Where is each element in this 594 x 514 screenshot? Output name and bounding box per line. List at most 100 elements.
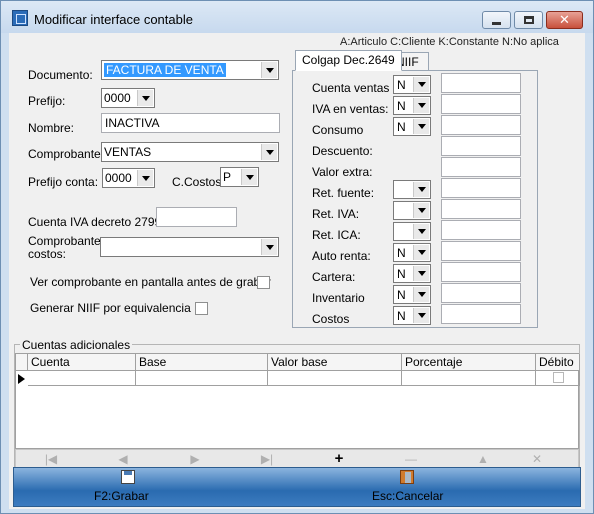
cancel-button[interactable]: Esc:Cancelar [364, 468, 464, 506]
close-icon: ✕ [559, 12, 570, 27]
column-header-porcentaje[interactable]: Porcentaje [402, 354, 536, 371]
chevron-down-icon[interactable] [413, 182, 429, 197]
comprobante-costos-select[interactable] [100, 237, 279, 257]
nombre-field[interactable]: INACTIVA [101, 113, 280, 133]
nav-edit-button[interactable]: ▲ [468, 451, 498, 467]
costos-field[interactable] [441, 304, 521, 324]
inventario-code: N [397, 288, 406, 302]
door-exit-icon [400, 470, 414, 484]
column-header-cuenta[interactable]: Cuenta [28, 354, 136, 371]
chevron-down-icon[interactable] [413, 266, 429, 281]
inventario-field[interactable] [441, 283, 521, 303]
inventario-label: Inventario [312, 291, 365, 305]
grid-cell-debito[interactable] [536, 371, 580, 386]
ret-fuente-label: Ret. fuente: [312, 186, 375, 200]
window-title: Modificar interface contable [34, 12, 193, 27]
nav-first-button[interactable]: |◀ [36, 451, 66, 467]
save-button-label: F2:Grabar [94, 489, 149, 503]
nav-add-button[interactable]: + [324, 451, 354, 467]
chevron-down-icon[interactable] [413, 308, 429, 323]
column-header-debito[interactable]: Débito [536, 354, 580, 371]
ret-ica-label: Ret. ICA: [312, 228, 361, 242]
chevron-down-icon[interactable] [413, 224, 429, 239]
nav-prior-button[interactable]: ◀ [108, 451, 138, 467]
documento-value: FACTURA DE VENTA [104, 63, 226, 77]
ret-iva-code-select[interactable] [393, 201, 431, 220]
nav-delete-button[interactable]: — [396, 451, 426, 467]
close-button[interactable]: ✕ [546, 11, 583, 29]
column-header-valor-base[interactable]: Valor base [268, 354, 402, 371]
grid-cell-cuenta[interactable] [28, 371, 136, 386]
costos-code-select[interactable]: N [393, 306, 431, 325]
chevron-down-icon[interactable] [413, 119, 429, 134]
maximize-button[interactable] [514, 11, 543, 29]
auto-renta-code: N [397, 246, 406, 260]
ret-ica-code-select[interactable] [393, 222, 431, 241]
cartera-label: Cartera: [312, 270, 356, 284]
cartera-field[interactable] [441, 262, 521, 282]
ret-fuente-field[interactable] [441, 178, 521, 198]
ret-ica-field[interactable] [441, 220, 521, 240]
chevron-down-icon[interactable] [413, 98, 429, 113]
grid-cell-base[interactable] [136, 371, 268, 386]
cartera-code-select[interactable]: N [393, 264, 431, 283]
chevron-down-icon[interactable] [413, 287, 429, 302]
iva-ventas-code-select[interactable]: N [393, 96, 431, 115]
grid-cell-valor-base[interactable] [268, 371, 402, 386]
nav-last-button[interactable]: ▶| [252, 451, 282, 467]
cuenta-ventas-label: Cuenta ventas [312, 81, 390, 95]
cuenta-ventas-code-select[interactable]: N [393, 75, 431, 94]
inventario-code-select[interactable]: N [393, 285, 431, 304]
cancel-button-label: Esc:Cancelar [372, 489, 444, 503]
chevron-down-icon[interactable] [261, 62, 277, 78]
chevron-down-icon[interactable] [261, 239, 277, 255]
debito-checkbox[interactable] [553, 372, 564, 383]
comprobante-select[interactable]: VENTAS [101, 142, 279, 162]
save-button[interactable]: F2:Grabar [84, 468, 174, 506]
chevron-down-icon[interactable] [413, 203, 429, 218]
comprobante-costos-label-line2: costos: [28, 247, 67, 261]
ver-comprobante-checkbox[interactable] [257, 276, 270, 289]
chevron-down-icon[interactable] [413, 77, 429, 92]
generar-niif-checkbox[interactable] [195, 302, 208, 315]
ret-iva-label: Ret. IVA: [312, 207, 360, 221]
cuenta-ventas-field[interactable] [441, 73, 521, 93]
prefijo-select[interactable]: 0000 [101, 88, 155, 108]
iva-ventas-code: N [397, 99, 406, 113]
chevron-down-icon[interactable] [137, 170, 153, 186]
cuentas-adicionales-grid[interactable]: Cuenta Base Valor base Porcentaje Débito [15, 353, 580, 449]
window: Modificar interface contable ✕ A:Articul… [0, 0, 594, 514]
prefijo-label: Prefijo: [28, 94, 66, 108]
tab-colgap[interactable]: Colgap Dec.2649 [295, 50, 402, 71]
documento-select[interactable]: FACTURA DE VENTA [101, 60, 279, 80]
ret-iva-field[interactable] [441, 199, 521, 219]
iva-ventas-field[interactable] [441, 94, 521, 114]
cuenta-iva-field[interactable] [156, 207, 237, 227]
ccostos-select[interactable]: P [220, 167, 259, 187]
minimize-icon [492, 22, 501, 25]
consumo-field[interactable] [441, 115, 521, 135]
cuenta-ventas-code: N [397, 78, 406, 92]
ret-fuente-code-select[interactable] [393, 180, 431, 199]
valor-extra-field[interactable] [441, 157, 521, 177]
chevron-down-icon[interactable] [137, 90, 153, 106]
prefijo-conta-select[interactable]: 0000 [102, 168, 155, 188]
consumo-code-select[interactable]: N [393, 117, 431, 136]
auto-renta-code-select[interactable]: N [393, 243, 431, 262]
chevron-down-icon[interactable] [261, 144, 277, 160]
column-header-base[interactable]: Base [136, 354, 268, 371]
title-bar[interactable]: Modificar interface contable ✕ [1, 1, 593, 33]
minimize-button[interactable] [482, 11, 511, 29]
grid-cell-porcentaje[interactable] [402, 371, 536, 386]
consumo-code: N [397, 120, 406, 134]
nav-cancel-button[interactable]: ✕ [522, 451, 552, 467]
chevron-down-icon[interactable] [413, 245, 429, 260]
costos-label: Costos [312, 312, 350, 326]
chevron-down-icon[interactable] [241, 169, 257, 185]
maximize-icon [524, 16, 534, 24]
descuento-field[interactable] [441, 136, 521, 156]
auto-renta-field[interactable] [441, 241, 521, 261]
comprobante-label: Comprobante: [28, 147, 105, 161]
costos-code: N [397, 309, 406, 323]
nav-next-button[interactable]: ▶ [180, 451, 210, 467]
